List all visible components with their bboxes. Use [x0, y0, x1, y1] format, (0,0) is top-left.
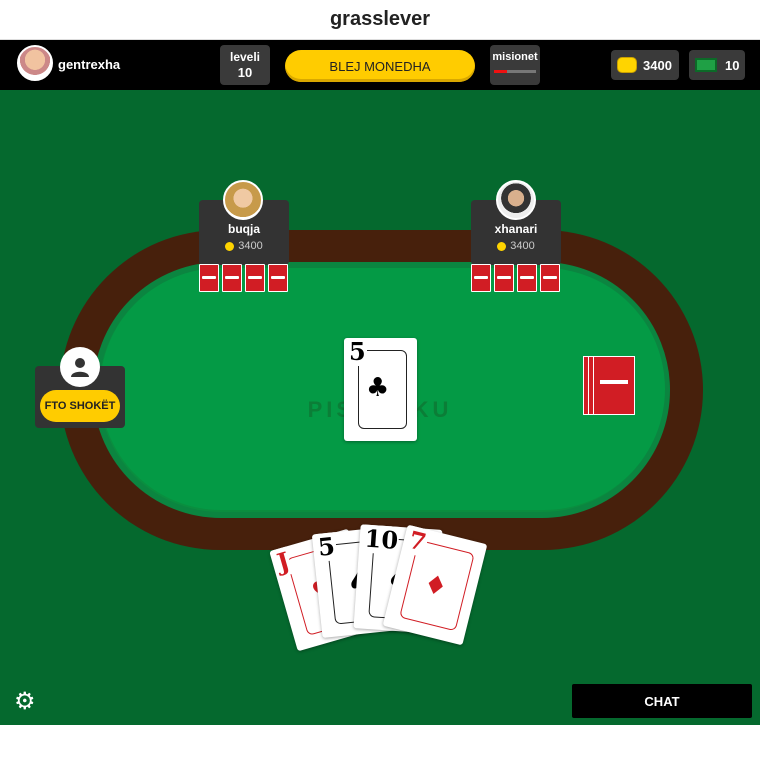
my-username: gentrexha	[58, 57, 121, 72]
missions-button[interactable]: misionet	[490, 45, 540, 85]
draw-deck	[583, 356, 635, 415]
window-title-bar: grasslever	[0, 0, 760, 40]
player-chips: 3400	[471, 240, 561, 252]
card-back	[199, 264, 219, 292]
cash-balance[interactable]: 10	[689, 50, 745, 80]
empty-seat-avatar	[60, 347, 100, 387]
card-back	[268, 264, 288, 292]
card-back	[593, 356, 635, 415]
card-back	[540, 264, 560, 292]
player-chips: 3400	[199, 240, 289, 252]
level-value: 10	[237, 65, 253, 80]
card-back	[222, 264, 242, 292]
missions-label: misionet	[492, 51, 538, 63]
invite-friends-button[interactable]: FTO SHOKËT	[40, 390, 120, 422]
card-back	[517, 264, 537, 292]
player-avatar-xhanari[interactable]	[496, 180, 536, 220]
user-icon	[71, 358, 89, 377]
opponent-cards-xhanari	[471, 264, 560, 292]
banknote-icon	[695, 58, 717, 72]
card-rank: 5	[315, 531, 338, 562]
level-badge: leveli 10	[220, 45, 270, 85]
my-avatar[interactable]	[17, 45, 53, 81]
player-name: xhanari	[494, 222, 538, 236]
coin-icon	[497, 241, 507, 251]
opponent-cards-buqja	[199, 264, 288, 292]
card-rank: J	[273, 545, 294, 578]
level-label: leveli	[229, 50, 261, 64]
card-suit: ♣	[366, 373, 390, 403]
card-rank: 10	[362, 523, 401, 555]
coin-icon	[225, 241, 235, 251]
coin-stack-icon	[617, 57, 637, 73]
missions-progress-bar	[494, 70, 536, 73]
buy-coins-button[interactable]: BLEJ MONEDHA	[285, 50, 475, 82]
player-avatar-buqja[interactable]	[223, 180, 263, 220]
card-back	[494, 264, 514, 292]
coins-value: 3400	[643, 57, 672, 73]
card-rank: 5	[348, 337, 367, 366]
missions-progress-fill	[494, 70, 507, 73]
card-back	[471, 264, 491, 292]
coins-balance[interactable]: 3400	[611, 50, 679, 80]
cash-value: 10	[725, 57, 740, 73]
chat-button[interactable]: CHAT	[572, 684, 752, 718]
window-title: grasslever	[329, 8, 431, 30]
card-back	[245, 264, 265, 292]
pile-top-card: 5 ♣	[344, 338, 417, 441]
settings-gear-icon[interactable]: ⚙	[14, 690, 38, 714]
player-name: buqja	[228, 222, 260, 236]
